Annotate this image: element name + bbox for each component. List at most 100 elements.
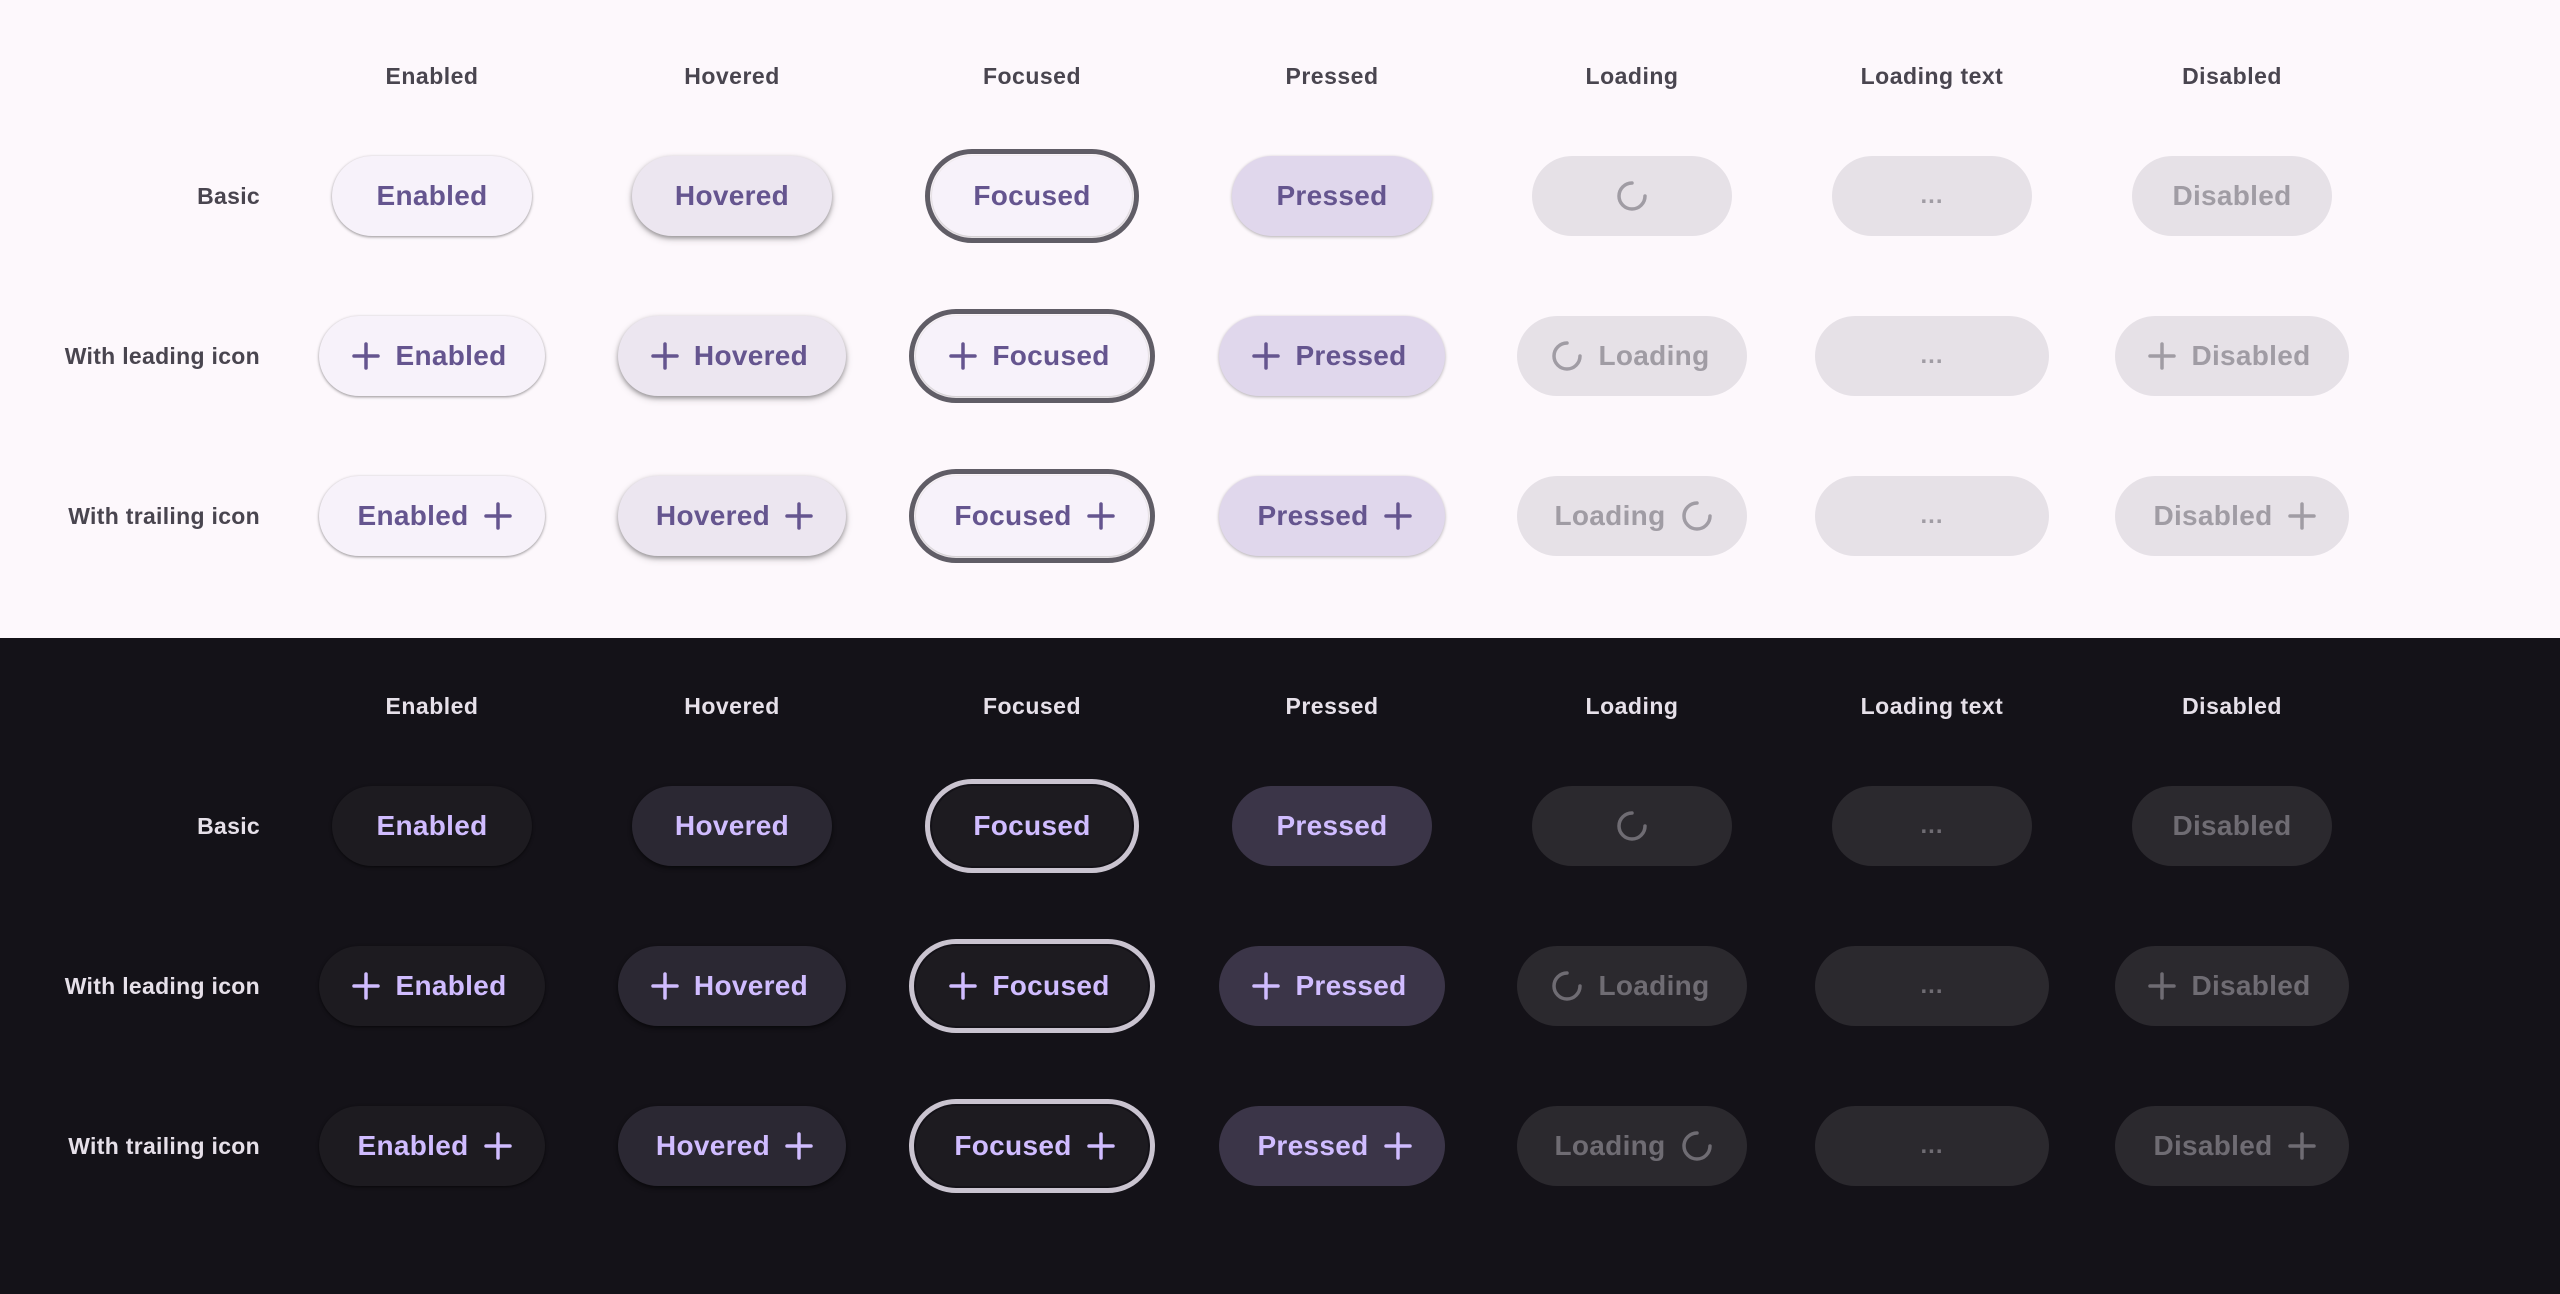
trailing-loading-text-button[interactable]: ... (1815, 476, 2049, 556)
loading-spinner-icon (1614, 808, 1650, 844)
trailing-hovered-button[interactable]: Hovered (617, 1106, 847, 1186)
trailing-focused-button[interactable]: Focused (909, 1099, 1155, 1193)
plus-icon (1251, 971, 1281, 1001)
button-states-grid-dark: Enabled Hovered Focused Pressed Loading … (0, 638, 2382, 1226)
button-label: Pressed (1295, 970, 1407, 1001)
button-label: Disabled (2172, 810, 2292, 841)
button-label: Focused (954, 500, 1072, 531)
button-label: ... (1920, 182, 1944, 209)
button-label: Enabled (376, 810, 488, 841)
leading-focused-button[interactable]: Focused (909, 939, 1155, 1033)
basic-hovered-button[interactable]: Hovered (632, 786, 832, 866)
button-label: Enabled (395, 970, 507, 1001)
leading-disabled-button: Disabled (2115, 316, 2349, 396)
trailing-enabled-button[interactable]: Enabled (319, 1106, 545, 1186)
button-label: ... (1920, 1132, 1944, 1159)
leading-enabled-button[interactable]: Enabled (319, 316, 545, 396)
loading-spinner-icon (1679, 1128, 1715, 1164)
loading-spinner-icon (1614, 178, 1650, 214)
leading-focused-button[interactable]: Focused (909, 309, 1155, 403)
trailing-pressed-button[interactable]: Pressed (1219, 1106, 1445, 1186)
column-header-hovered: Hovered (684, 62, 780, 89)
leading-loading-button[interactable]: Loading (1516, 316, 1748, 396)
button-label: Disabled (2172, 180, 2292, 211)
row-header-basic: Basic (197, 182, 260, 209)
leading-loading-text-button[interactable]: ... (1815, 316, 2049, 396)
basic-focused-button[interactable]: Focused (925, 149, 1139, 243)
basic-enabled-button[interactable]: Enabled (332, 786, 532, 866)
plus-icon (948, 971, 978, 1001)
basic-loading-button[interactable] (1532, 156, 1732, 236)
grid-corner (0, 36, 282, 116)
plus-icon (1251, 341, 1281, 371)
basic-loading-text-button[interactable]: ... (1832, 786, 2032, 866)
button-label: Enabled (376, 180, 488, 211)
plus-icon (784, 501, 814, 531)
basic-loading-button[interactable] (1532, 786, 1732, 866)
basic-pressed-button[interactable]: Pressed (1232, 156, 1432, 236)
basic-loading-text-button[interactable]: ... (1832, 156, 2032, 236)
button-label: ... (1920, 812, 1944, 839)
button-label: Disabled (2191, 970, 2311, 1001)
trailing-hovered-button[interactable]: Hovered (617, 476, 847, 556)
column-header-focused: Focused (982, 692, 1082, 719)
button-label: ... (1920, 342, 1944, 369)
plus-icon (2287, 1131, 2317, 1161)
basic-disabled-button: Disabled (2132, 786, 2332, 866)
column-header-loading-text: Loading text (1860, 692, 2004, 719)
button-label: Hovered (693, 970, 809, 1001)
leading-hovered-button[interactable]: Hovered (617, 316, 847, 396)
trailing-loading-text-button[interactable]: ... (1815, 1106, 2049, 1186)
button-label: Hovered (674, 180, 790, 211)
row-header-basic: Basic (197, 812, 260, 839)
row-header-trailing-icon: With trailing icon (68, 1132, 260, 1159)
loading-spinner-icon (1549, 338, 1585, 374)
loading-spinner-icon (1549, 968, 1585, 1004)
basic-focused-button[interactable]: Focused (925, 779, 1139, 873)
button-label: Focused (992, 340, 1110, 371)
plus-icon (1086, 501, 1116, 531)
leading-disabled-button: Disabled (2115, 946, 2349, 1026)
button-label: Pressed (1276, 180, 1388, 211)
leading-loading-button[interactable]: Loading (1516, 946, 1748, 1026)
light-theme-panel: Enabled Hovered Focused Pressed Loading … (0, 0, 2560, 638)
trailing-loading-button[interactable]: Loading (1516, 476, 1748, 556)
leading-loading-text-button[interactable]: ... (1815, 946, 2049, 1026)
column-header-disabled: Disabled (2182, 692, 2282, 719)
plus-icon (650, 341, 680, 371)
leading-pressed-button[interactable]: Pressed (1219, 946, 1445, 1026)
trailing-focused-button[interactable]: Focused (909, 469, 1155, 563)
leading-hovered-button[interactable]: Hovered (617, 946, 847, 1026)
plus-icon (483, 501, 513, 531)
trailing-pressed-button[interactable]: Pressed (1219, 476, 1445, 556)
basic-enabled-button[interactable]: Enabled (332, 156, 532, 236)
button-label: Disabled (2191, 340, 2311, 371)
column-header-pressed: Pressed (1285, 62, 1379, 89)
grid-corner (0, 666, 282, 746)
plus-icon (948, 341, 978, 371)
trailing-disabled-button: Disabled (2115, 476, 2349, 556)
plus-icon (351, 341, 381, 371)
loading-spinner-icon (1679, 498, 1715, 534)
plus-icon (1086, 1131, 1116, 1161)
button-label: Hovered (655, 1130, 771, 1161)
leading-pressed-button[interactable]: Pressed (1219, 316, 1445, 396)
column-header-loading-text: Loading text (1860, 62, 2004, 89)
button-label: Hovered (693, 340, 809, 371)
button-label: Pressed (1257, 1130, 1369, 1161)
button-label: Loading (1598, 970, 1710, 1001)
button-label: Loading (1598, 340, 1710, 371)
basic-pressed-button[interactable]: Pressed (1232, 786, 1432, 866)
basic-hovered-button[interactable]: Hovered (632, 156, 832, 236)
plus-icon (483, 1131, 513, 1161)
plus-icon (2287, 501, 2317, 531)
leading-enabled-button[interactable]: Enabled (319, 946, 545, 1026)
plus-icon (784, 1131, 814, 1161)
trailing-enabled-button[interactable]: Enabled (319, 476, 545, 556)
trailing-loading-button[interactable]: Loading (1516, 1106, 1748, 1186)
button-label: Enabled (357, 500, 469, 531)
button-label: Disabled (2153, 1130, 2273, 1161)
button-label: Hovered (674, 810, 790, 841)
trailing-disabled-button: Disabled (2115, 1106, 2349, 1186)
column-header-loading: Loading (1585, 692, 1679, 719)
